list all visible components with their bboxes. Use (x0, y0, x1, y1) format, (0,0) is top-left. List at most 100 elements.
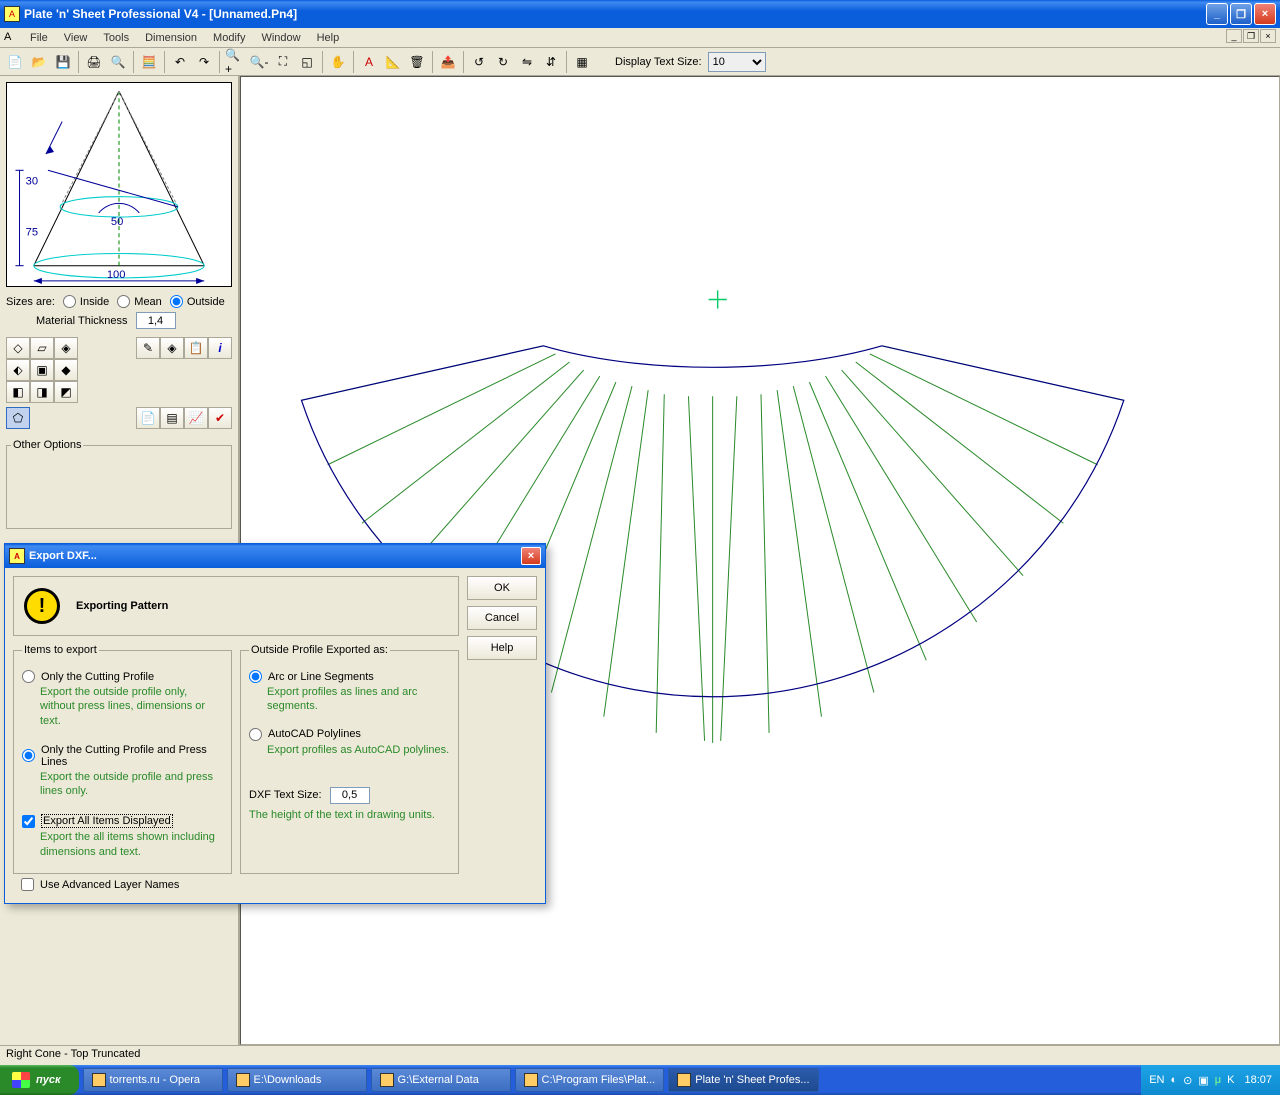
tray-icon-4[interactable]: μ (1215, 1074, 1221, 1086)
size-outside[interactable]: Outside (166, 295, 225, 308)
check-icon[interactable]: ✔ (208, 407, 232, 429)
tray-icon-5[interactable]: K (1227, 1074, 1234, 1086)
check-advanced-layers[interactable] (21, 878, 34, 891)
app-task-icon (677, 1073, 691, 1087)
crosshair-icon (709, 290, 727, 308)
menu-view[interactable]: View (56, 30, 96, 46)
mirror-h-icon[interactable]: ⇋ (516, 51, 538, 73)
rotate-left-icon[interactable]: ↺ (468, 51, 490, 73)
mdi-close[interactable]: × (1260, 29, 1276, 43)
opt-desc-3: Export the all items shown including dim… (40, 830, 223, 859)
open-icon[interactable]: 📂 (28, 51, 50, 73)
graph-icon[interactable]: 📈 (184, 407, 208, 429)
dialog-title-bar[interactable]: A Export DXF... × (5, 544, 545, 568)
menu-window[interactable]: Window (253, 30, 308, 46)
opera-icon (92, 1073, 106, 1087)
start-button[interactable]: пуск (0, 1065, 79, 1095)
mdi-minimize[interactable]: _ (1226, 29, 1242, 43)
info-icon[interactable]: i (208, 337, 232, 359)
status-text: Right Cone - Top Truncated (6, 1048, 140, 1060)
view-icon-5[interactable]: ▣ (30, 359, 54, 381)
check-export-all[interactable] (22, 815, 35, 828)
help-button[interactable]: Help (467, 636, 537, 660)
task-downloads[interactable]: E:\Downloads (227, 1068, 367, 1092)
view-icon-4[interactable]: ⬖ (6, 359, 30, 381)
export-icon[interactable]: 📤 (437, 51, 459, 73)
delete-icon[interactable]: 🗑 (406, 51, 428, 73)
pan-icon[interactable]: ✋ (327, 51, 349, 73)
lang-indicator[interactable]: EN (1149, 1074, 1164, 1086)
thickness-row: Material Thickness (36, 312, 232, 329)
menu-tools[interactable]: Tools (95, 30, 137, 46)
dxf-text-size-label: DXF Text Size: (249, 789, 322, 801)
mirror-v-icon[interactable]: ⇵ (540, 51, 562, 73)
tray-clock[interactable]: 18:07 (1244, 1074, 1272, 1086)
zoom-fit-icon[interactable]: ⛶ (272, 51, 294, 73)
thickness-input[interactable] (136, 312, 176, 329)
calc-icon[interactable]: 🧮 (138, 51, 160, 73)
items-legend: Items to export (22, 644, 99, 656)
zoom-window-icon[interactable]: ◱ (296, 51, 318, 73)
menu-file[interactable]: File (22, 30, 56, 46)
text-a-icon[interactable]: A (358, 51, 380, 73)
view-icon-1[interactable]: ◇ (6, 337, 30, 359)
rotate-right-icon[interactable]: ↻ (492, 51, 514, 73)
tray-icon-3[interactable]: ▣ (1198, 1074, 1208, 1087)
task-progfiles[interactable]: C:\Program Files\Plat... (515, 1068, 665, 1092)
view-icon-8[interactable]: ◨ (30, 381, 54, 403)
new-icon[interactable]: 📄 (4, 51, 26, 73)
pf-desc-2: Export profiles as AutoCAD polylines. (267, 743, 450, 757)
print-icon[interactable]: 🖨 (83, 51, 105, 73)
view-icon-6[interactable]: ◆ (54, 359, 78, 381)
radio-polylines[interactable] (249, 728, 262, 741)
menu-modify[interactable]: Modify (205, 30, 253, 46)
zoom-in-icon[interactable]: 🔍+ (224, 51, 246, 73)
dialog-close-button[interactable]: × (521, 547, 541, 565)
radio-arc-segments[interactable] (249, 670, 262, 683)
cancel-button[interactable]: Cancel (467, 606, 537, 630)
zoom-out-icon[interactable]: 🔍- (248, 51, 270, 73)
export-dxf-dialog: A Export DXF... × ! Exporting Pattern It… (4, 543, 546, 904)
close-button[interactable]: × (1254, 3, 1276, 25)
grid-icon[interactable]: ▦ (571, 51, 593, 73)
view-icon-9[interactable]: ◩ (54, 381, 78, 403)
ok-button[interactable]: OK (467, 576, 537, 600)
tray-icon-1[interactable]: ◐ (1171, 1074, 1178, 1086)
minimize-button[interactable]: _ (1206, 3, 1228, 25)
radio-cutting-profile[interactable] (22, 670, 35, 683)
cube-icon[interactable]: ◈ (160, 337, 184, 359)
tray-icon-2[interactable]: ⊙ (1183, 1074, 1192, 1087)
windows-flag-icon (12, 1072, 30, 1088)
measure-icon[interactable]: 📐 (382, 51, 404, 73)
task-opera[interactable]: torrents.ru - Opera (83, 1068, 223, 1092)
size-mean[interactable]: Mean (113, 295, 162, 308)
task-external[interactable]: G:\External Data (371, 1068, 511, 1092)
view-icon-3[interactable]: ◈ (54, 337, 78, 359)
edit-icon[interactable]: ✎ (136, 337, 160, 359)
save-icon[interactable]: 💾 (52, 51, 74, 73)
print-preview-icon[interactable]: 🔍 (107, 51, 129, 73)
display-text-size-select[interactable]: 10 (708, 52, 766, 72)
thickness-label: Material Thickness (36, 315, 128, 327)
list-icon[interactable]: 📄 (136, 407, 160, 429)
redo-icon[interactable]: ↷ (193, 51, 215, 73)
folder-icon (236, 1073, 250, 1087)
view-icon-2[interactable]: ▱ (30, 337, 54, 359)
window-buttons: _ ❐ × (1206, 3, 1276, 25)
radio-cutting-press[interactable] (22, 749, 35, 762)
dxf-text-size-input[interactable] (330, 787, 370, 804)
menu-help[interactable]: Help (309, 30, 348, 46)
maximize-button[interactable]: ❐ (1230, 3, 1252, 25)
table-icon[interactable]: ▤ (160, 407, 184, 429)
menu-dimension[interactable]: Dimension (137, 30, 205, 46)
report-icon[interactable]: 📋 (184, 337, 208, 359)
opt-desc-1: Export the outside profile only, without… (40, 685, 223, 728)
size-inside[interactable]: Inside (59, 295, 109, 308)
pattern-icon[interactable]: ⬠ (6, 407, 30, 429)
system-tray[interactable]: EN ◐ ⊙ ▣ μ K 18:07 (1141, 1065, 1280, 1095)
view-icon-7[interactable]: ◧ (6, 381, 30, 403)
task-plate[interactable]: Plate 'n' Sheet Profes... (668, 1068, 818, 1092)
undo-icon[interactable]: ↶ (169, 51, 191, 73)
doc-icon: A (4, 31, 18, 45)
mdi-restore[interactable]: ❐ (1243, 29, 1259, 43)
